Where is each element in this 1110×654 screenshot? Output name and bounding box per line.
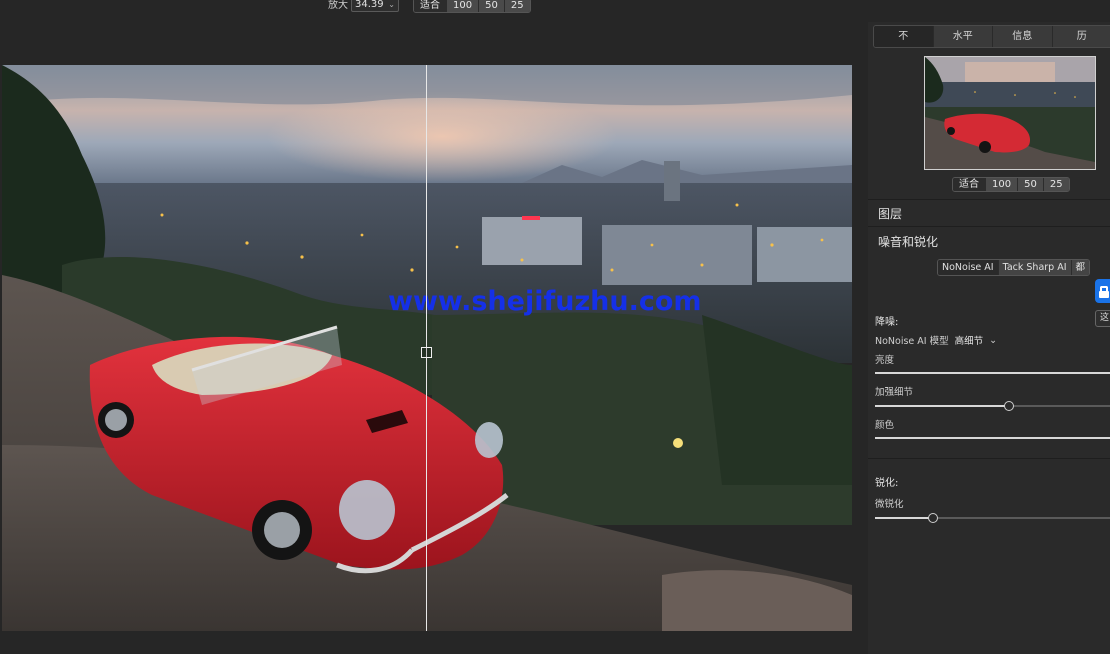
zoom-label: 放大 <box>328 0 348 11</box>
zoom-presets: 适合 100 50 25 <box>413 0 531 13</box>
detail-slider[interactable] <box>875 401 1110 411</box>
color-slider[interactable] <box>875 437 1110 439</box>
watermark-text: www.shejifuzhu.com <box>388 286 702 317</box>
mode-tacksharp-button[interactable]: Tack Sharp AI <box>998 260 1072 275</box>
divider <box>868 226 1110 227</box>
thumbnail-image <box>925 57 1095 169</box>
denoise-title: 降噪: <box>875 317 899 328</box>
divider <box>868 199 1110 200</box>
brightness-label: 亮度 <box>875 355 895 366</box>
panel-tabs: 不 水平 信息 历 <box>873 25 1110 48</box>
divider <box>868 458 1110 459</box>
nav-zoom-50-button[interactable]: 50 <box>1018 178 1044 191</box>
layers-title[interactable]: 图层 <box>878 205 902 222</box>
lock-button[interactable] <box>1095 279 1110 303</box>
micro-sharpen-slider[interactable] <box>875 513 1110 523</box>
zoom-value: 34.39 <box>355 0 384 10</box>
mode-nonoise-button[interactable]: NoNoise AI <box>938 260 999 275</box>
zoom-fit-button[interactable]: 适合 <box>414 0 447 12</box>
zoom-100-button[interactable]: 100 <box>447 0 480 12</box>
tab-info[interactable]: 信息 <box>993 26 1053 47</box>
sharpen-title: 锐化: <box>875 478 899 489</box>
chevron-down-icon: ⌄ <box>989 334 998 346</box>
zoom-select[interactable]: 34.39 ⌄ <box>351 0 399 12</box>
slider-knob[interactable] <box>1004 401 1015 411</box>
zoom-toolbar: 放大 34.39 ⌄ 适合 100 50 25 <box>0 0 868 14</box>
navigator-thumbnail[interactable] <box>924 56 1096 170</box>
nav-zoom-100-button[interactable]: 100 <box>986 178 1019 191</box>
nav-zoom-25-button[interactable]: 25 <box>1043 178 1069 191</box>
nav-zoom-presets: 适合 100 50 25 <box>952 177 1070 192</box>
tab-history[interactable]: 历 <box>1052 26 1110 47</box>
model-label: NoNoise AI 模型 <box>875 336 949 347</box>
zoom-25-button[interactable]: 25 <box>504 0 530 12</box>
model-value[interactable]: 高细节 <box>955 333 984 347</box>
nav-zoom-fit-button[interactable]: 适合 <box>953 178 986 191</box>
apply-button[interactable]: 这 <box>1095 310 1110 327</box>
noise-sharpen-title[interactable]: 噪音和锐化 <box>878 233 938 250</box>
model-row[interactable]: NoNoise AI 模型 高细节 ⌄ <box>875 333 998 348</box>
slider-knob[interactable] <box>927 513 938 523</box>
detail-label: 加强细节 <box>875 387 914 398</box>
compare-split-handle[interactable] <box>421 347 432 358</box>
chevron-down-icon: ⌄ <box>388 0 395 9</box>
micro-sharpen-label: 微锐化 <box>875 499 904 510</box>
tab-navigator[interactable]: 不 <box>874 26 934 47</box>
brightness-slider[interactable] <box>875 372 1110 374</box>
mode-selector: NoNoise AI Tack Sharp AI 都 <box>937 259 1091 276</box>
zoom-50-button[interactable]: 50 <box>479 0 505 12</box>
mode-both-button[interactable]: 都 <box>1071 260 1090 275</box>
tab-histogram[interactable]: 水平 <box>933 26 993 47</box>
right-panel: 不 水平 信息 历 适合 100 50 25 图层 噪音和锐化 NoNoise … <box>868 22 1110 654</box>
color-label: 颜色 <box>875 420 895 431</box>
